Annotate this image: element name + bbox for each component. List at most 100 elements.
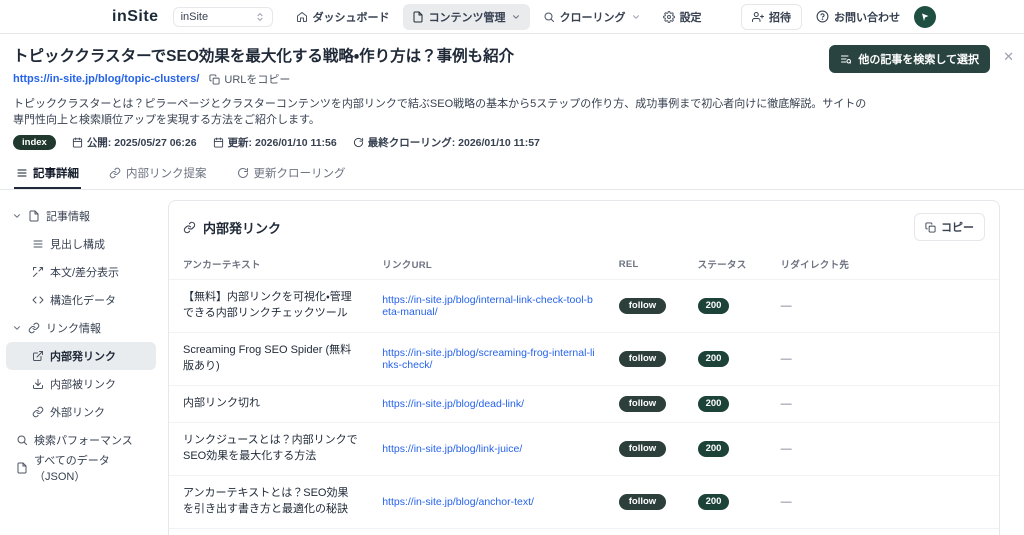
refresh-icon [353,137,364,148]
document-icon [28,210,40,222]
copy-url-label: URLをコピー [224,74,291,86]
nav-label: コンテンツ管理 [428,11,506,24]
sidebar-item-body-diff[interactable]: 本文/差分表示 [6,258,156,286]
col-status: ステータス [697,260,747,271]
sidebar-item-inbound-internal-links[interactable]: 内部被リンク [6,370,156,398]
tab-recrawl[interactable]: 更新クローリング [235,158,348,189]
link-icon [109,167,121,179]
nav-item-dashboard[interactable]: ダッシュボード [287,4,399,30]
contact-label: お問い合わせ [834,11,900,24]
chevron-down-icon [12,211,22,221]
redirect-value: — [780,397,792,410]
tab-article-detail[interactable]: 記事詳細 [14,158,81,189]
table-row: SEOで内部リンクが多すぎるとどうなる？適正な数と最適化のポイント https:… [169,527,999,535]
panel-header: 内部発リンク コピー [169,201,999,251]
link-url[interactable]: https://in-site.jp/blog/dead-link/ [382,398,524,410]
rel-badge: follow [618,297,667,314]
last-crawl-date: 最終クローリング: 2026/01/10 11:57 [353,135,540,150]
table-row: アンカーテキストとは？SEO効果を引き出す書き方と最適化の秘訣 https://… [169,474,999,528]
anchor-text: 【無料】内部リンクを可視化・管理できる内部リンクチェックツール [169,279,369,333]
link-url[interactable]: https://in-site.jp/blog/internal-link-ch… [382,294,593,318]
nav-label: クローリング [559,11,626,24]
project-select-value: inSite [180,10,209,23]
link-icon [32,406,44,418]
chevron-down-icon [12,323,22,333]
gear-icon [662,10,675,23]
sidebar-item-outbound-internal-links[interactable]: 内部発リンク [6,342,156,370]
copy-url-button[interactable]: URLをコピー [209,71,290,87]
close-icon[interactable]: ✕ [1003,50,1014,63]
table-header-row: アンカーテキスト リンクURL REL ステータス リダイレクト先 [169,251,999,280]
rel-badge: follow [618,493,667,510]
sidebar-item-external-links[interactable]: 外部リンク [6,398,156,426]
redirect-value: — [780,352,792,365]
page-title: トピッククラスターでSEO効果を最大化する戦略・作り方は？事例も紹介 [13,48,515,65]
link-url[interactable]: https://in-site.jp/blog/screaming-frog-i… [382,347,594,371]
list-icon [16,167,28,179]
article-description: トピッククラスターとは？ピラーページとクラスターコンテンツを内部リンクで結ぶSE… [13,98,867,126]
list-icon [32,238,44,250]
rel-badge: follow [618,440,667,457]
sidebar-item-search-performance[interactable]: 検索パフォーマンス [6,426,156,454]
nav-item-content-management[interactable]: コンテンツ管理 [402,3,530,30]
col-rel: REL [618,258,639,270]
chevrons-up-down-icon [255,12,265,22]
home-icon [296,11,308,23]
index-status-badge: index [13,135,56,150]
col-redirect: リダイレクト先 [780,260,850,271]
sidebar-group-article-info[interactable]: 記事情報 [6,202,156,230]
invite-button[interactable]: 招待 [741,3,802,30]
refresh-icon [237,167,249,179]
tab-internal-link-suggestions[interactable]: 内部リンク提案 [107,158,209,189]
copy-table-button[interactable]: コピー [914,213,985,241]
nav-item-settings[interactable]: 設定 [654,4,711,30]
document-icon [412,11,424,23]
detail-sidebar: 記事情報 見出し構成 本文/差分表示 構造化データ リンク情報 内部発リンク 内… [6,200,156,483]
help-circle-icon [816,10,829,23]
sidebar-group-link-info[interactable]: リンク情報 [6,314,156,342]
table-row: 【無料】内部リンクを可視化・管理できる内部リンクチェックツール https://… [169,279,999,333]
nav-label: ダッシュボード [312,11,390,24]
status-badge: 200 [697,297,730,314]
user-plus-icon [752,11,764,23]
redirect-value: — [780,495,792,508]
outbound-internal-links-panel: 内部発リンク コピー アンカーテキスト リンクURL REL ステータス リダイ… [168,200,1000,535]
search-other-articles-button[interactable]: 他の記事を検索して選択 [829,45,990,73]
content-area: 記事情報 見出し構成 本文/差分表示 構造化データ リンク情報 内部発リンク 内… [0,190,1024,535]
avatar[interactable] [914,5,936,28]
redirect-value: — [780,442,792,455]
status-badge: 200 [697,440,730,457]
diff-icon [32,266,44,278]
search-icon [543,11,555,23]
contact-button[interactable]: お問い合わせ [816,9,900,25]
anchor-text: リンクジュースとは？内部リンクでSEO効果を最大化する方法 [169,421,369,476]
sidebar-item-heading-structure[interactable]: 見出し構成 [6,230,156,258]
table-row: Screaming Frog SEO Spider (無料版あり) https:… [169,331,999,386]
chevron-down-icon [631,12,641,22]
download-icon [32,378,44,390]
nav-label: 設定 [679,11,702,24]
calendar-icon [72,137,83,148]
link-url[interactable]: https://in-site.jp/blog/anchor-text/ [382,496,534,508]
sidebar-item-all-data-json[interactable]: すべてのデータ（JSON） [6,454,156,483]
search-button-label: 他の記事を検索して選択 [858,54,979,66]
rel-badge: follow [618,350,667,367]
article-header: トピッククラスターでSEO効果を最大化する戦略・作り方は？事例も紹介 https… [0,34,1024,158]
article-url-link[interactable]: https://in-site.jp/blog/topic-clusters/ [13,73,199,85]
list-search-icon [840,53,852,65]
updated-date: 更新: 2026/01/10 11:56 [213,135,337,150]
link-icon [183,221,196,234]
invite-label: 招待 [769,11,791,24]
project-select[interactable]: inSite [172,6,273,27]
table-row: 内部リンク切れ https://in-site.jp/blog/dead-lin… [169,384,999,423]
search-icon [16,434,28,446]
sidebar-item-structured-data[interactable]: 構造化データ [6,286,156,314]
nav-item-crawling[interactable]: クローリング [534,4,650,30]
link-icon [28,322,40,334]
detail-tabbar: 記事詳細 内部リンク提案 更新クローリング [0,158,1024,190]
main-nav: ダッシュボード コンテンツ管理 クローリング 設定 [287,3,711,30]
file-icon [16,462,28,474]
col-link-url: リンクURL [382,260,433,271]
link-url[interactable]: https://in-site.jp/blog/link-juice/ [382,443,522,455]
redirect-value: — [780,299,792,312]
